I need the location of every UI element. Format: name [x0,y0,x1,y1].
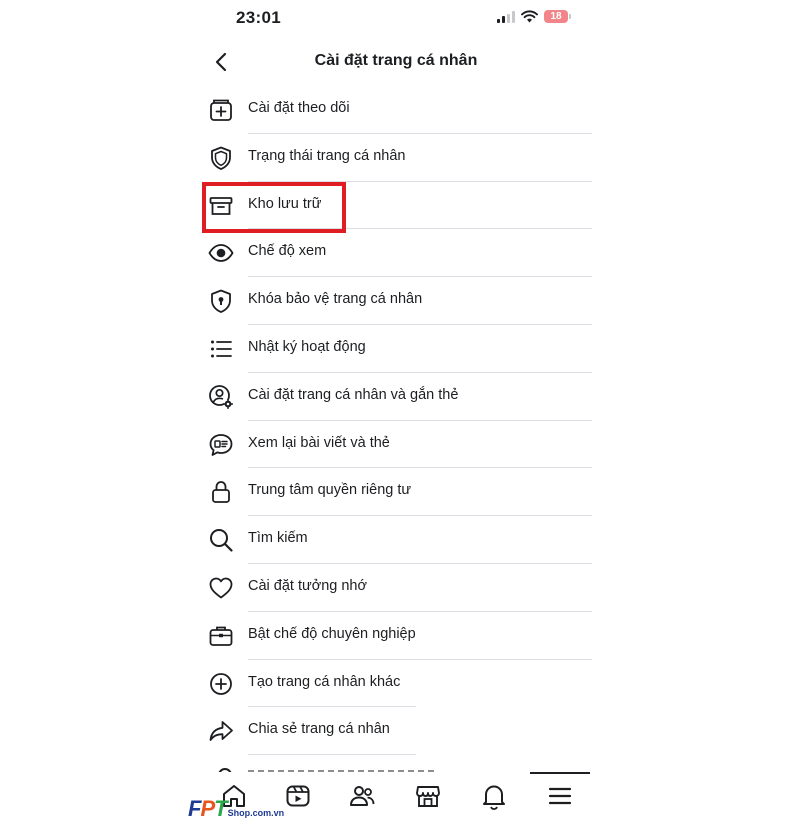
highlight-box [202,182,346,233]
battery-icon: 18 [544,10,571,23]
watermark-letter: T [214,796,227,821]
share-arrow-icon [209,721,233,742]
user-gear-icon [209,384,233,409]
plus-circle-icon [210,672,232,695]
watermark-suffix: Shop.com.vn [227,808,285,818]
menu-item-label: Xem lại bài viết và thẻ [248,434,390,451]
menu-item-profile-lock[interactable]: Khóa bảo vệ trang cá nhân [196,277,596,325]
heart-icon [209,577,233,599]
menu-item-label: Trung tâm quyền riêng tư [248,482,412,499]
menu-icon[interactable] [546,782,574,810]
wifi-icon [521,10,538,23]
menu-item-profile-tagging[interactable]: Cài đặt trang cá nhân và gắn thẻ [196,373,596,421]
watermark-letter: F [188,796,201,821]
marketplace-icon[interactable] [414,782,442,810]
friends-icon[interactable] [348,782,376,810]
menu-item-label: Tạo trang cá nhân khác [248,673,401,690]
eye-icon [208,244,234,263]
follow-settings-icon [210,99,232,121]
menu-item-label: Chia sẻ trang cá nhân [248,721,390,738]
menu-item-label: Cài đặt trang cá nhân và gắn thẻ [248,386,459,403]
watermark-letter: P [200,796,215,821]
shield-icon [211,146,231,170]
search-icon [210,529,233,552]
menu-item-label: Nhật ký hoạt động [248,338,366,355]
menu-item-search[interactable]: Tìm kiếm [196,516,596,564]
bell-icon[interactable] [480,782,508,810]
video-icon[interactable] [284,782,312,810]
page-title: Cài đặt trang cá nhân [314,52,478,69]
active-tab-indicator [530,772,590,774]
status-time: 23:01 [236,8,281,27]
briefcase-icon [209,626,233,646]
menu-item-label: Trạng thái trang cá nhân [248,147,406,164]
menu-item-label: Tìm kiếm [248,530,308,547]
menu-item-create-profile[interactable]: Tạo trang cá nhân khác [196,660,596,708]
signal-icon [497,10,515,23]
menu-item-label: Cài đặt theo dõi [248,100,350,116]
status-icons: 18 [497,10,571,23]
lock-icon [212,481,230,504]
shield-lock-icon [211,289,231,314]
menu-item-follow-settings[interactable]: Cài đặt theo dõi [196,86,596,134]
list-icon [211,340,232,358]
menu-item-review-posts[interactable]: Xem lại bài viết và thẻ [196,421,596,469]
menu-item-memorial-settings[interactable]: Cài đặt tưởng nhớ [196,564,596,612]
phone-screen: 23:01 18 Cài đặt trang cá nhân Cài đặt t… [196,0,596,820]
menu-item-view-as[interactable]: Chế độ xem [196,229,596,278]
menu-item-activity-log[interactable]: Nhật ký hoạt động [196,325,596,373]
status-bar: 23:01 18 [196,0,596,36]
menu-item-label: Chế độ xem [248,243,327,260]
menu-item-label: Cài đặt tưởng nhớ [248,577,368,594]
fptshop-watermark: F P T Shop.com.vn [188,796,284,822]
divider [248,754,416,756]
menu-item-privacy-center[interactable]: Trung tâm quyền riêng tư [196,468,596,517]
menu-item-profile-status[interactable]: Trạng thái trang cá nhân [196,134,596,182]
post-review-icon [209,433,233,456]
menu-item-label: Bật chế độ chuyên nghiệp [248,625,416,642]
menu-item-share-profile[interactable]: Chia sẻ trang cá nhân [196,707,596,756]
page-header: Cài đặt trang cá nhân [196,44,596,82]
menu-item-professional-mode[interactable]: Bật chế độ chuyên nghiệp [196,612,596,660]
menu-item-label: Khóa bảo vệ trang cá nhân [248,291,423,308]
